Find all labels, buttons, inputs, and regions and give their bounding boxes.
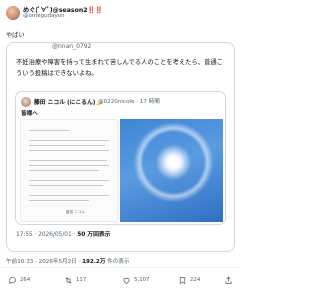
inner-author-handle: @0220nicole · 17 時間	[98, 99, 160, 105]
inner-author-name[interactable]: 藤田 ニコル (にこるん)🌙	[34, 97, 103, 106]
retweet-count: 117	[76, 277, 87, 283]
quote-text: 不妊治療や障害を持って生まれて苦しんでる人のことを考えたら、普通こういう投稿はで…	[16, 59, 223, 77]
reply-count: 264	[20, 277, 31, 283]
tweet-text: やばい	[6, 32, 25, 39]
retweet-button[interactable]: 117	[64, 273, 86, 287]
like-button[interactable]: 5,107	[122, 273, 149, 287]
reply-button[interactable]: 264	[8, 273, 30, 287]
inner-avatar[interactable]	[21, 97, 31, 107]
views-suffix: 件の表示	[105, 259, 130, 265]
quote-card[interactable]: @nnan_0792 不妊治療や障害を持って生まれて苦しんでる人のことを考えたら…	[6, 42, 235, 252]
letter-signature: 藤田 ニコル	[66, 210, 86, 214]
action-bar: 264 117 5,107 224	[0, 273, 240, 287]
quote-views: 50 万回表示	[77, 232, 111, 238]
bookmark-count: 224	[190, 277, 201, 283]
quote-handle: @nnan_0792	[52, 43, 92, 50]
inner-quote-card[interactable]: 藤田 ニコル (にこるん)🌙 @0220nicole · 17 時間 皆様へ 藤…	[15, 91, 226, 225]
inner-subtitle: 皆様へ	[21, 111, 38, 117]
share-button[interactable]	[224, 273, 233, 287]
divider	[0, 267, 240, 268]
sky-photo[interactable]	[120, 119, 223, 222]
quote-time: 17:55 · 2026/05/01 ·	[16, 232, 78, 238]
author-avatar[interactable]	[6, 6, 20, 20]
author-handle[interactable]: @omegudayon	[23, 13, 65, 19]
share-icon	[225, 276, 232, 284]
heart-icon	[123, 277, 130, 284]
post-views: 192.2万	[82, 259, 106, 265]
post-meta: 午前10:33 · 2026年5月2日 · 192.2万 件の表示	[6, 257, 130, 265]
like-count: 5,107	[134, 277, 150, 283]
bookmark-icon	[179, 276, 186, 284]
letter-image[interactable]: 藤田 ニコル	[20, 119, 118, 222]
post-time[interactable]: 午前10:33 · 2026年5月2日 ·	[6, 259, 82, 265]
quote-meta: 17:55 · 2026/05/01 · 50 万回表示	[16, 229, 110, 238]
bookmark-button[interactable]: 224	[178, 273, 200, 287]
reply-icon	[9, 276, 16, 284]
retweet-icon	[65, 276, 72, 284]
